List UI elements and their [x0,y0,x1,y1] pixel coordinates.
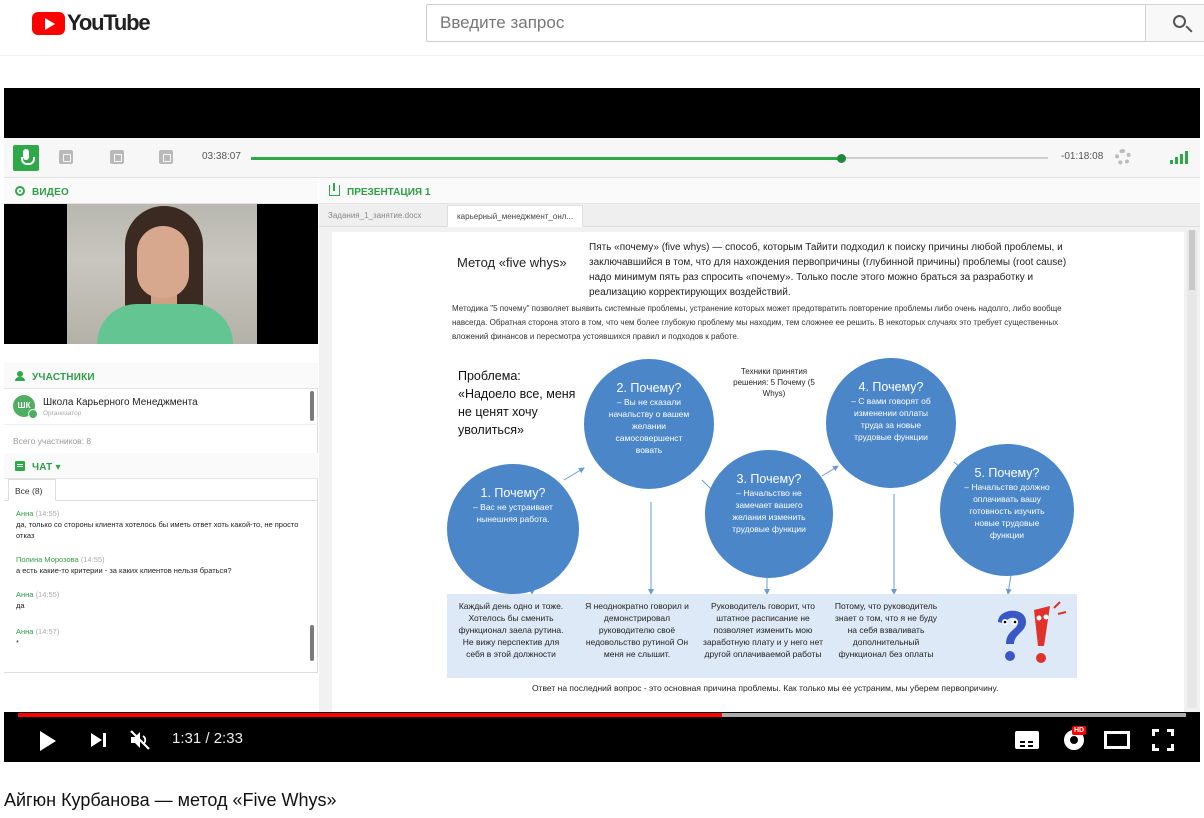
webinar-remaining-time: -01:18:08 [1061,151,1104,162]
youtube-controls: 1:31 / 2:33 HD [4,718,1200,762]
youtube-header: YouTube Введите запрос [0,0,1204,56]
organizer-badge-icon [28,409,38,419]
chat-tab-all: Все (8) [8,479,56,501]
video-section-title: ВИДЕО [32,187,69,198]
participants-title: УЧАСТНИКИ [32,372,95,383]
youtube-logo-text: YouTube [67,10,151,35]
webinar-progress-fill [251,157,841,160]
participants-count: Всего участников: 8 [13,436,92,446]
participants-scrollbar [310,391,314,421]
video-section-header: ВИДЕО [4,178,318,204]
youtube-logo[interactable]: YouTube [32,10,151,35]
pause-icon [110,150,124,164]
chat-section-header: ЧАТ ▾ [4,453,318,479]
slide-answers-band: Каждый день одно и тоже. Хотелось бы сме… [447,594,1077,678]
document-tab-active: карьерный_менеджмент_онл... [447,205,584,227]
presentation-scrollbar [1187,230,1197,708]
document-tabs: Задания_1_занятие.docx карьерный_менеджм… [319,205,1200,227]
slide-title: Метод «five whys» [457,255,567,270]
youtube-played-bar [18,713,723,717]
stop-icon [159,150,173,164]
presentation-title: ПРЕЗЕНТАЦИЯ 1 [347,187,431,198]
answer-1: Каждый день одно и тоже. Хотелось бы сме… [458,601,564,659]
signal-strength-icon [1170,151,1188,164]
mute-icon[interactable] [128,728,152,752]
speaker-video [67,204,257,344]
why-circle-4: 4. Почему? – С вами говорят об изменении… [826,358,956,488]
play-button[interactable] [34,728,58,752]
slide-description: Методика "5 почему" позволяет выявить си… [452,304,1062,341]
search-icon [1173,15,1186,28]
fullscreen-button[interactable] [1152,729,1174,751]
video-title: Айгюн Курбанова — метод «Five Whys» [4,790,337,810]
upload-icon [329,183,340,196]
why-circle-1: 1. Почему? – Вас не устраивает нынешняя … [447,464,579,594]
speaker-webcam [4,204,318,344]
chat-message: Полина Морозова (14:55) а есть какие-то … [16,555,232,575]
webinar-progress-track [251,154,1048,163]
slide-footer: Ответ на последний вопрос - это основная… [532,683,999,693]
exit-icon [59,150,73,164]
slide-technique-label: Техники принятия решения: 5 Почему (5 Wh… [733,367,815,398]
chat-message: Анна (14:57) * [16,627,60,647]
webinar-elapsed-time: 03:38:07 [202,151,241,162]
why-circle-2: 2. Почему? – Вы не сказали начальству о … [584,359,714,489]
slide-intro: Пять «почему» (five whys) — способ, кото… [589,242,1067,298]
participants-section-header: УЧАСТНИКИ [4,363,318,389]
presentation-slide: Метод «five whys» Пять «почему» (five wh… [332,232,1184,712]
chat-tabs: Все (8) [4,479,318,501]
chat-messages: Анна (14:55) да, только со стороны клиен… [4,502,318,672]
webinar-left-column: ВИДЕО УЧАСТНИКИ ШК Школа Карьерного Мене… [4,178,318,712]
hd-badge: HD [1072,726,1087,735]
webinar-toolbar: 03:38:07 -01:18:08 [4,138,1200,178]
answer-4: Потому, что руководитель знает о том, чт… [834,601,938,659]
presentation-pane: ПРЕЗЕНТАЦИЯ 1 Задания_1_занятие.docx кар… [319,178,1200,712]
youtube-play-logo-icon [32,11,65,35]
next-button[interactable] [86,728,110,752]
search-button[interactable] [1145,4,1204,42]
chat-icon [15,461,25,471]
chat-message: Анна (14:55) да [16,590,60,610]
participant-name: Школа Карьерного Менеджмента [43,397,198,408]
chat-scrollbar [310,625,314,661]
presentation-header: ПРЕЗЕНТАЦИЯ 1 [319,178,1200,204]
chat-input-area [4,672,318,712]
question-exclamation-illustration [998,601,1067,663]
why-circle-5: 5. Почему? – Начальство должно оплачиват… [940,444,1074,576]
settings-gear-icon [1115,149,1131,165]
slide-problem: Проблема: «Надоело все, меня не ценят хо… [458,369,576,437]
person-icon [15,371,25,381]
subtitles-button[interactable] [1015,731,1039,749]
participant-role: Организатор [43,410,82,417]
chat-title: ЧАТ ▾ [32,462,61,473]
youtube-progress-bar[interactable] [18,713,1186,717]
video-frame: 03:38:07 -01:18:08 ВИДЕО УЧАСТНИКИ ШК Шк… [4,138,1200,712]
why-circle-3: 3. Почему? – Начальство не замечает ваше… [705,450,833,578]
theater-mode-button[interactable] [1104,731,1130,749]
answer-3: Руководитель говорит, что штатное распис… [703,601,823,659]
microphone-icon [13,145,39,171]
document-tab: Задания_1_занятие.docx [328,211,422,220]
answer-2: Я неоднократно говорил и демонстрировал … [585,601,689,659]
video-camera-icon [15,186,25,196]
webinar-progress-knob [836,154,846,163]
participant-item: ШК Школа Карьерного Менеджмента Организа… [4,389,318,425]
video-player[interactable]: 03:38:07 -01:18:08 ВИДЕО УЧАСТНИКИ ШК Шк… [4,88,1200,762]
youtube-time-display: 1:31 / 2:33 [172,730,243,747]
chat-message: Анна (14:55) да, только со стороны клиен… [16,509,299,540]
search-input[interactable]: Введите запрос [426,4,1145,42]
